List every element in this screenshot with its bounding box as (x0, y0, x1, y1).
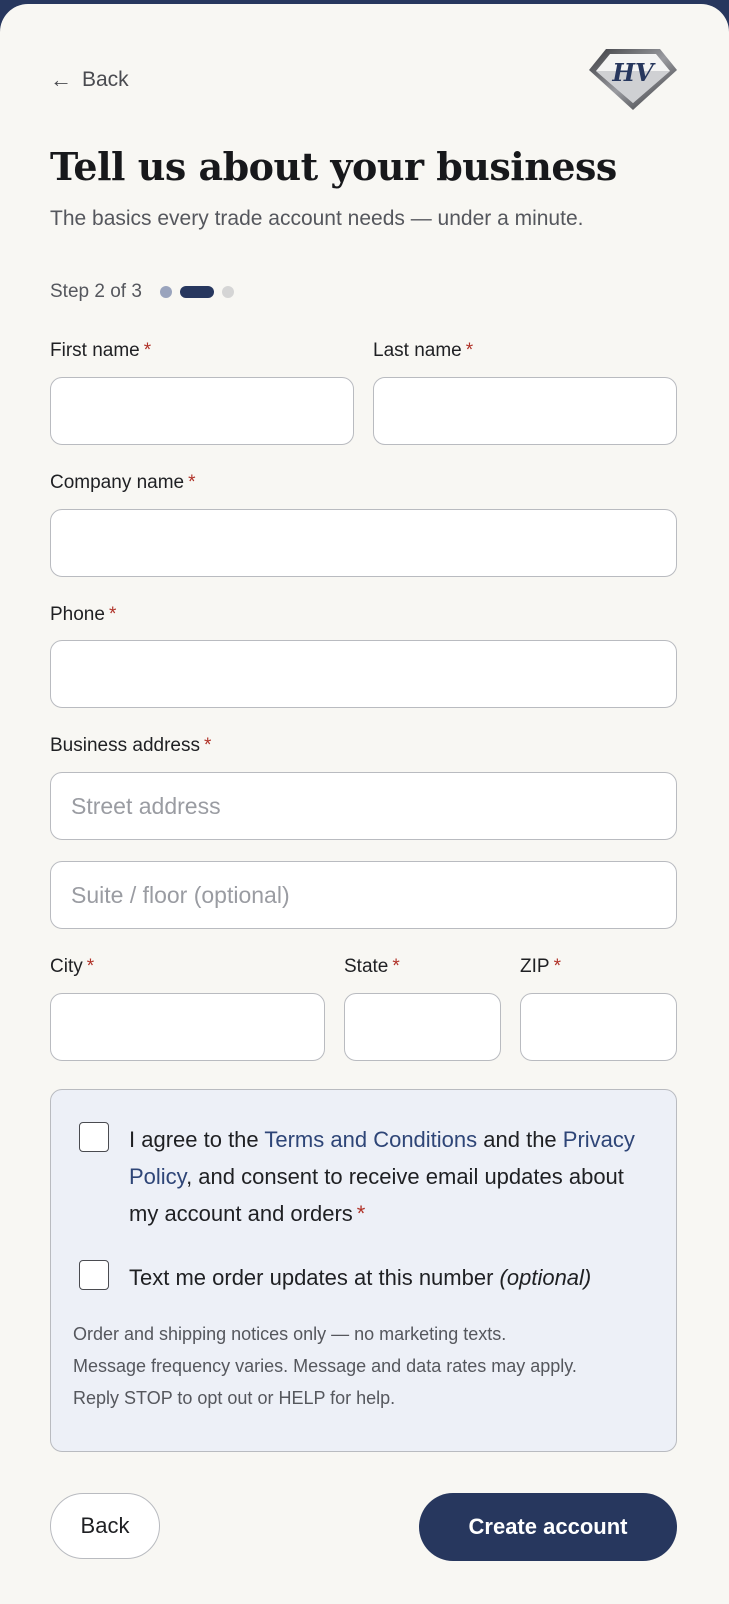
first-name-input[interactable] (50, 377, 354, 445)
step-label: Step 2 of 3 (50, 281, 142, 302)
phone-label: Phone * (50, 604, 117, 625)
terms-consent-text: I agree to the Terms and Conditions and … (129, 1127, 635, 1226)
sms-fine-print: Order and shipping notices only — no mar… (73, 1324, 577, 1408)
step-dot-1 (159, 286, 172, 298)
terms-checkbox[interactable] (79, 1122, 109, 1152)
create-account-button[interactable]: Create account (419, 1493, 677, 1561)
back-link[interactable]: ← Back (50, 68, 129, 92)
signup-sheet: ← Back HV Tell us about your business Th… (0, 4, 729, 1604)
diamond-monogram-logo: HV (589, 49, 677, 110)
sms-checkbox[interactable] (79, 1260, 109, 1290)
company-name-label: Company name * (50, 472, 196, 493)
required-marker: * (108, 604, 117, 625)
phone-input[interactable] (50, 640, 677, 708)
required-marker: * (188, 472, 196, 493)
required-marker: * (86, 956, 95, 977)
street-address-input[interactable] (50, 772, 677, 840)
state-input[interactable] (344, 993, 501, 1061)
city-label: City * (50, 956, 95, 977)
last-name-input[interactable] (373, 377, 677, 445)
terms-link[interactable]: Terms and Conditions (264, 1127, 477, 1152)
business-address-label: Business address * (50, 735, 212, 756)
page-subtitle: The basics every trade account needs — u… (50, 207, 584, 230)
required-marker: * (392, 956, 400, 977)
page-title: Tell us about your business (50, 144, 617, 189)
suite-input[interactable] (50, 861, 677, 929)
zip-label: ZIP * (520, 956, 561, 977)
sms-consent-text: Text me order updates at this number (op… (129, 1265, 592, 1290)
back-button[interactable]: Back (50, 1493, 160, 1559)
logo-monogram: HV (611, 58, 656, 87)
required-marker: * (203, 735, 212, 756)
company-name-input[interactable] (50, 509, 677, 577)
back-link-label: Back (82, 68, 129, 91)
arrow-left-icon: ← (50, 67, 72, 92)
step-dots (159, 286, 234, 298)
consent-panel: I agree to the Terms and Conditions and … (50, 1089, 677, 1452)
state-label: State * (344, 956, 400, 977)
required-marker: * (553, 956, 561, 977)
required-marker: * (143, 340, 152, 361)
step-indicator: Step 2 of 3 (50, 281, 234, 303)
optional-tag: (optional) (499, 1265, 592, 1290)
zip-input[interactable] (520, 993, 677, 1061)
required-marker: * (356, 1201, 366, 1226)
required-marker: * (465, 340, 474, 361)
step-dot-3 (221, 286, 234, 298)
step-dot-2 (179, 286, 214, 298)
city-input[interactable] (50, 993, 325, 1061)
first-name-label: First name * (50, 340, 152, 361)
last-name-label: Last name * (373, 340, 474, 361)
